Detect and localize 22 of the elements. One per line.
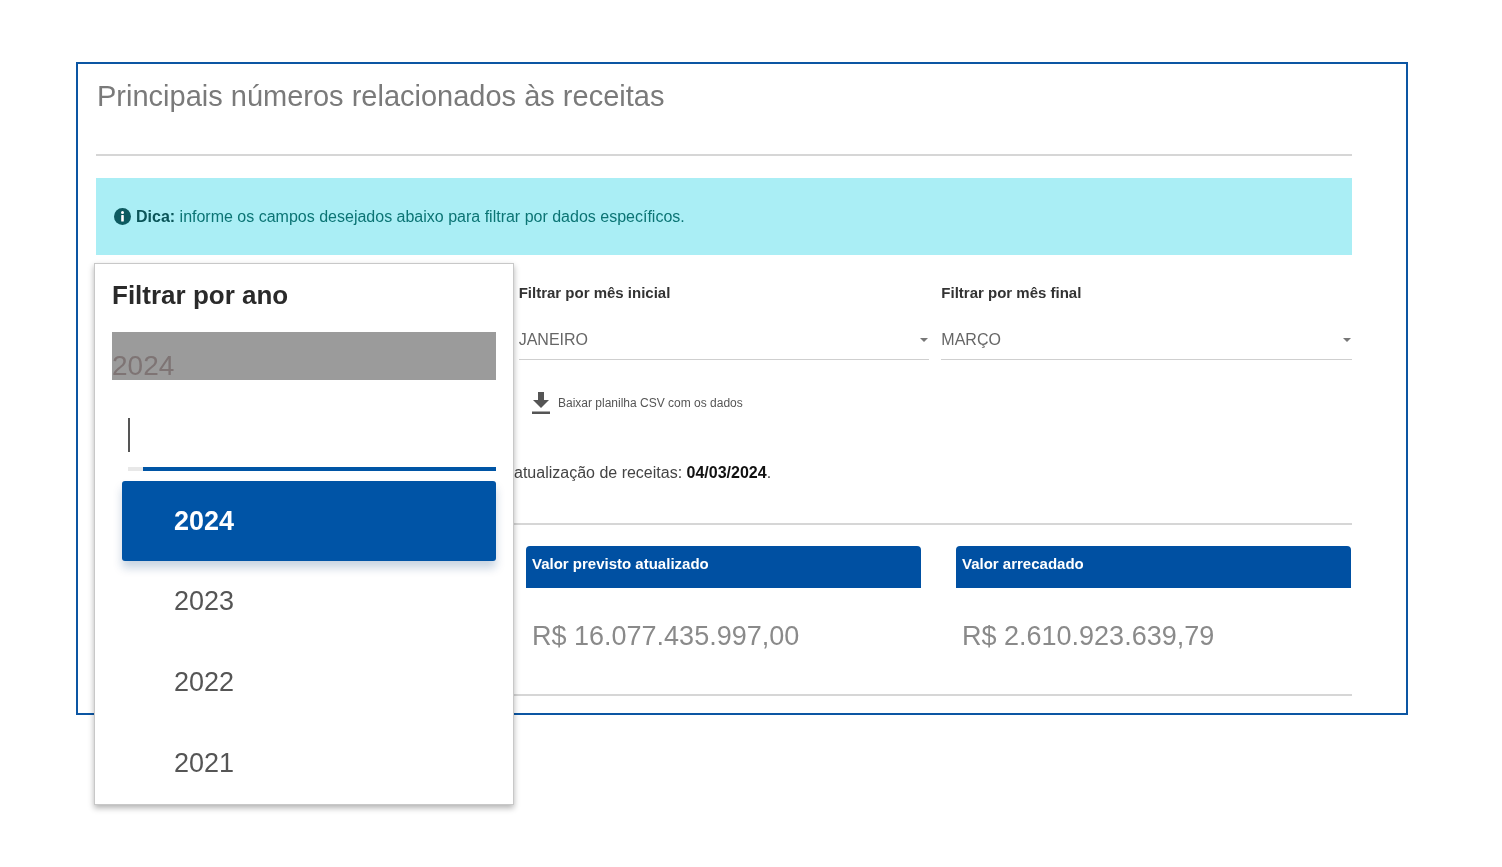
panel-title: Principais números relacionados às receitas (97, 79, 666, 114)
filter-label: Filtrar por mês final (941, 283, 1083, 303)
filter-label: Filtrar por mês inicial (518, 283, 672, 303)
month-select[interactable]: MARÇO (941, 320, 1352, 360)
tip-text: Dica: informe os campos desejados abaixo para filtrar por dados específicos. (136, 207, 685, 226)
year-option[interactable]: 2022 (122, 642, 496, 723)
year-option[interactable]: 2021 (122, 723, 496, 804)
download-csv-link[interactable]: Baixar planilha CSV com os dados (532, 390, 743, 416)
dropdown-caret-icon (920, 337, 929, 342)
download-icon (532, 392, 550, 414)
update-note: atualização de receitas: 04/03/2024. (514, 463, 772, 483)
info-icon (114, 208, 131, 225)
text-cursor-icon (128, 418, 130, 452)
card-header: Valor previsto atualizado (526, 546, 921, 588)
dropdown-title: Filtrar por ano (112, 280, 290, 310)
dropdown-caret-icon (1343, 337, 1351, 342)
card-header: Valor arrecadado (956, 546, 1351, 588)
month-select[interactable]: JANEIRO (518, 320, 930, 360)
card-value: R$ 2.610.923.639,79 (961, 620, 1216, 653)
year-option[interactable]: 2023 (122, 561, 496, 642)
card-value: R$ 16.077.435.997,00 (531, 620, 801, 653)
year-option[interactable]: 2024 (122, 481, 496, 561)
